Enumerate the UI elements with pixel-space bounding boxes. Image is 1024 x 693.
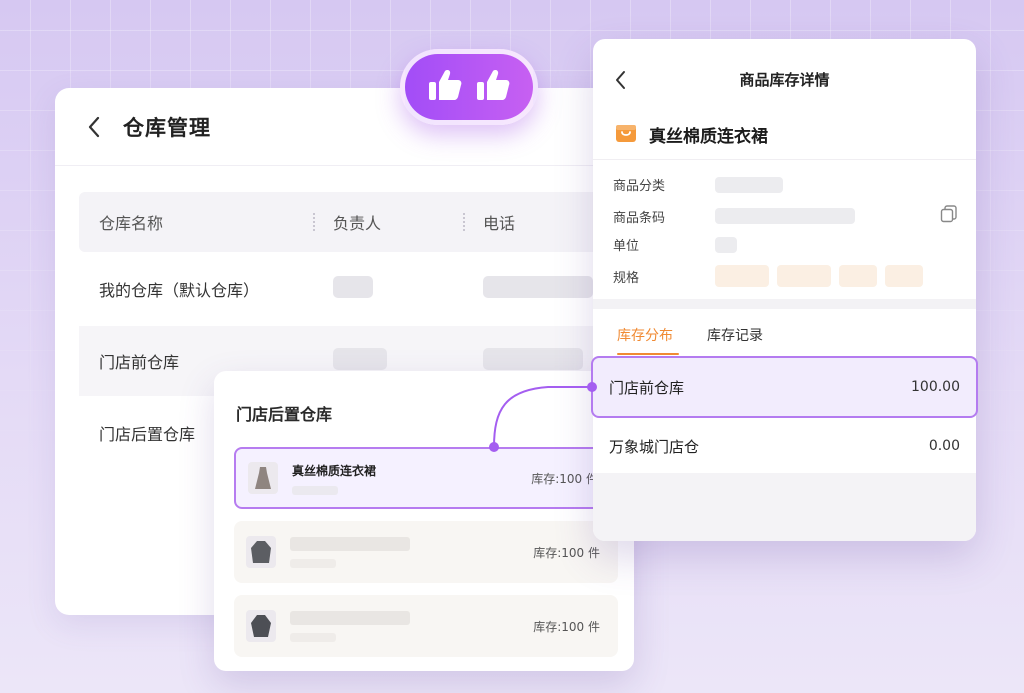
table-header: 仓库名称 负责人 电话 (79, 192, 615, 252)
detail-title: 商品库存详情 (739, 70, 830, 89)
column-separator (463, 213, 465, 231)
copy-icon[interactable] (940, 205, 958, 227)
stock-count: 库存:100 件 (533, 545, 600, 560)
unit-placeholder (715, 236, 737, 253)
detail-tabs: 库存分布 库存记录 (617, 325, 763, 355)
divider (593, 159, 976, 160)
product-name-placeholder (290, 536, 410, 551)
spec-chip[interactable] (885, 265, 923, 287)
phone-placeholder (483, 276, 593, 298)
column-header-owner: 负责人 (313, 192, 463, 252)
attribute-category: 商品分类 (613, 175, 783, 194)
tab-stock-records[interactable]: 库存记录 (707, 325, 763, 345)
thumbs-up-icon (427, 68, 463, 106)
product-stock-detail-panel: 商品库存详情 真丝棉质连衣裙 商品分类 商品条码 单位 规格 库存分布 库存记录… (591, 39, 978, 541)
distribution-warehouse: 门店前仓库 (609, 378, 685, 397)
card-title: 门店后置仓库 (236, 405, 333, 424)
distribution-row-selected[interactable]: 门店前仓库 100.00 (591, 356, 978, 418)
distribution-row[interactable]: 万象城门店仓 0.00 (593, 416, 976, 476)
owner-placeholder (333, 348, 387, 370)
product-name-placeholder (290, 610, 410, 625)
product-meta-placeholder (290, 632, 336, 642)
product-meta-placeholder (290, 558, 336, 568)
product-meta-placeholder (292, 485, 338, 495)
thumbs-up-badge (400, 49, 538, 125)
attribute-barcode: 商品条码 (613, 205, 958, 227)
distribution-qty: 100.00 (911, 379, 960, 395)
stock-count: 库存:100 件 (531, 471, 598, 486)
detail-header: 商品库存详情 (593, 39, 976, 119)
attribute-spec: 规格 (613, 265, 931, 287)
store-warehouse-card: 门店后置仓库 真丝棉质连衣裙 库存:100 件 库存:100 件 库存:100 … (214, 371, 634, 671)
back-arrow-icon[interactable] (83, 116, 105, 138)
stock-count: 库存:100 件 (533, 619, 600, 634)
product-item[interactable]: 库存:100 件 (234, 521, 618, 583)
page-title: 仓库管理 (123, 115, 211, 140)
warehouse-name: 我的仓库（默认仓库） (99, 281, 260, 300)
jacket-thumbnail (246, 536, 276, 568)
coat-thumbnail (246, 610, 276, 642)
column-header-name: 仓库名称 (99, 214, 164, 233)
owner-placeholder (333, 276, 373, 298)
spec-chip[interactable] (777, 265, 831, 287)
dress-thumbnail (248, 462, 278, 494)
tab-stock-distribution[interactable]: 库存分布 (617, 325, 679, 355)
detail-footer (593, 473, 976, 541)
back-arrow-icon[interactable] (609, 69, 631, 91)
distribution-qty: 0.00 (928, 438, 960, 454)
warehouse-name: 门店前仓库 (99, 353, 180, 372)
barcode-placeholder (715, 208, 855, 224)
column-separator (313, 213, 315, 231)
product-item-selected[interactable]: 真丝棉质连衣裙 库存:100 件 (234, 447, 618, 509)
product-name: 真丝棉质连衣裙 (649, 126, 768, 147)
spec-chip[interactable] (839, 265, 877, 287)
product-heading: 真丝棉质连衣裙 (615, 121, 768, 147)
active-tab-indicator (617, 353, 679, 355)
attribute-unit: 单位 (613, 235, 737, 254)
table-row[interactable]: 我的仓库（默认仓库） (79, 254, 615, 324)
spec-chip[interactable] (715, 265, 769, 287)
section-divider (593, 299, 976, 309)
phone-placeholder (483, 348, 583, 370)
thumbs-up-icon (475, 68, 511, 106)
shopping-bag-icon (615, 121, 637, 147)
product-item[interactable]: 库存:100 件 (234, 595, 618, 657)
category-placeholder (715, 176, 783, 193)
distribution-warehouse: 万象城门店仓 (609, 437, 700, 456)
